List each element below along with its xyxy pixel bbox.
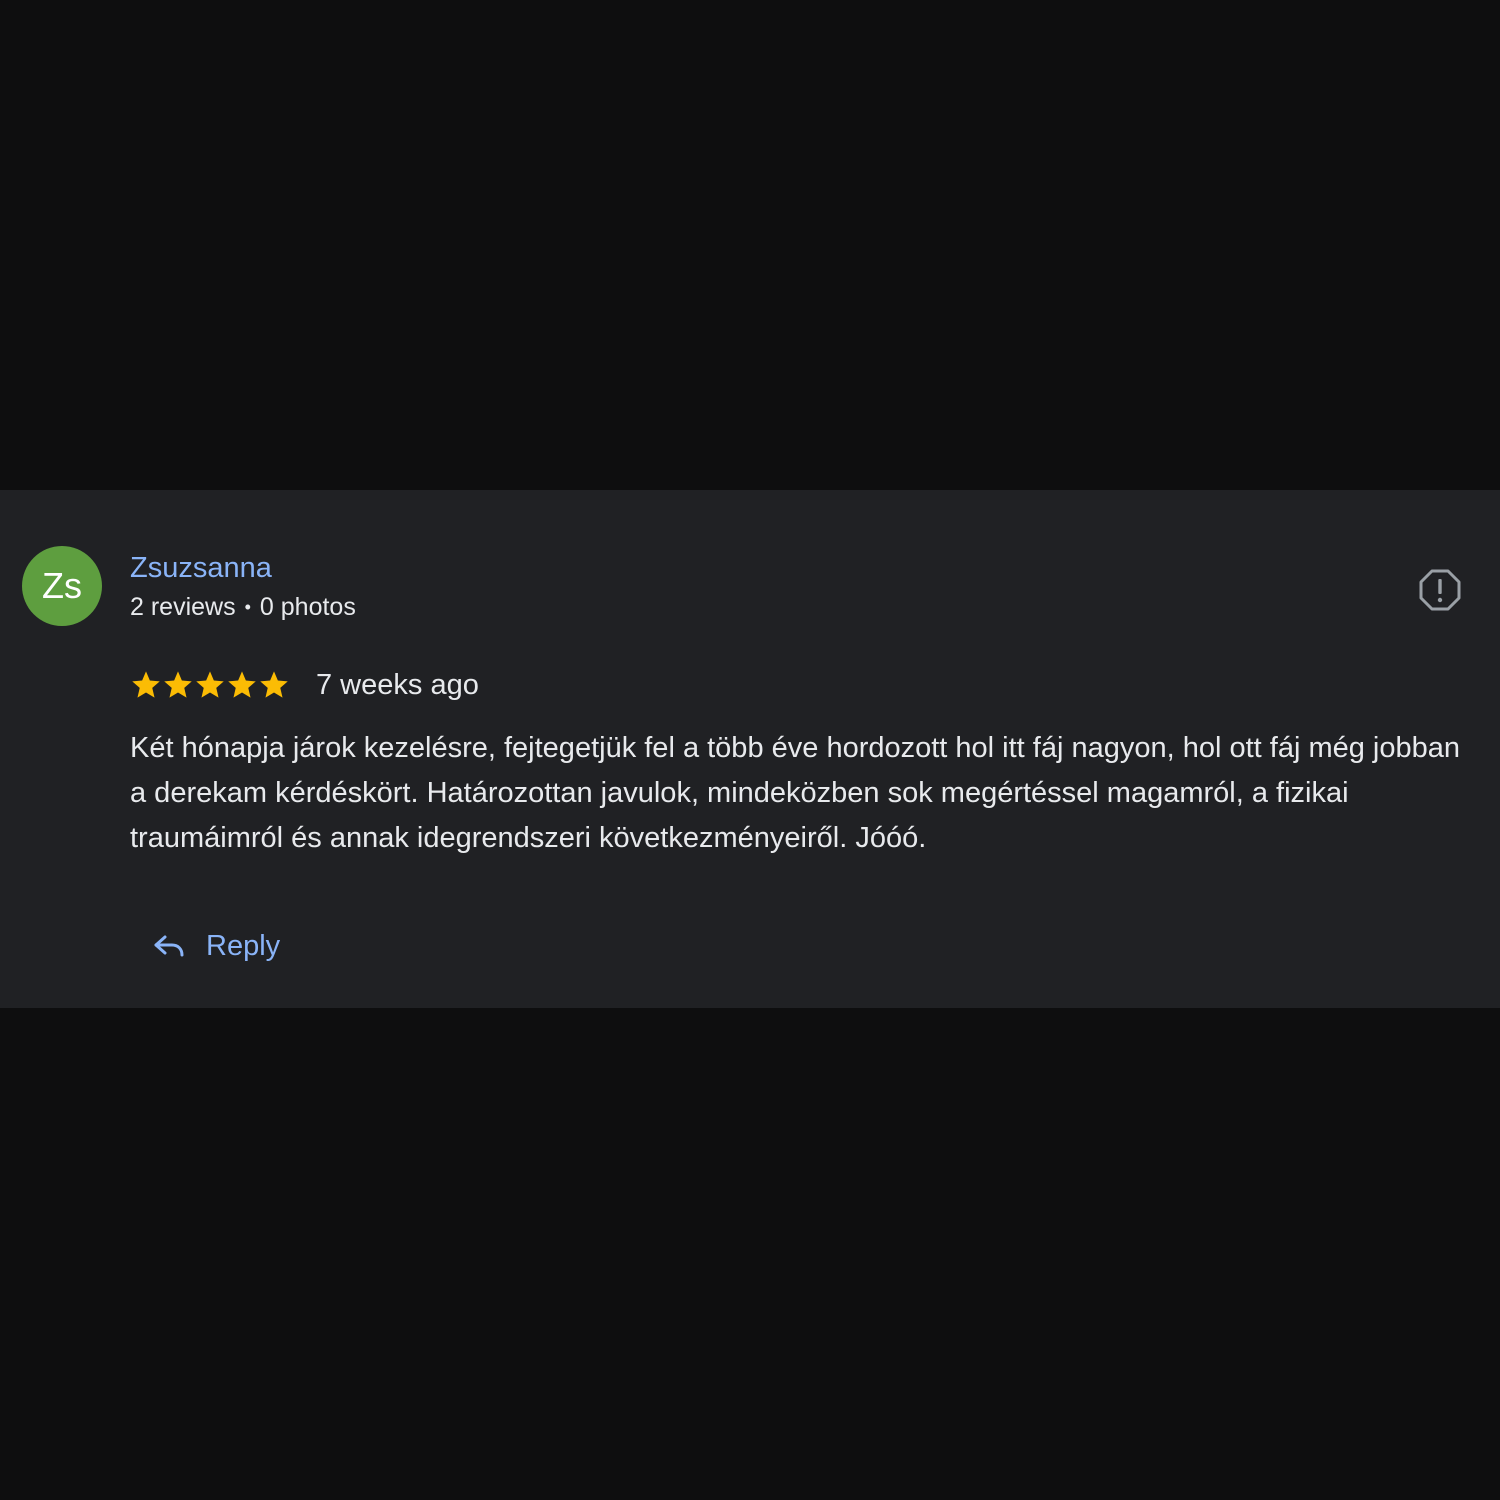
avatar[interactable]: Zs (22, 546, 102, 626)
review-card: Zs Zsuzsanna 2 reviews • 0 photos 7 week… (0, 490, 1500, 1008)
star-icon (260, 671, 288, 698)
report-review-button[interactable] (1412, 562, 1468, 618)
report-flag-icon (1419, 569, 1461, 611)
review-text: Két hónapja járok kezelésre, fejtegetjük… (130, 732, 1461, 854)
avatar-initials: Zs (42, 565, 82, 606)
star-icon (164, 671, 192, 698)
rating-row: 7 weeks ago (130, 665, 479, 705)
star-rating (130, 669, 290, 701)
star-icon (132, 671, 160, 698)
star-icon (196, 671, 224, 698)
reply-button[interactable]: Reply (140, 918, 292, 974)
photos-count: 0 photos (259, 593, 356, 621)
author-meta: 2 reviews • 0 photos (130, 590, 356, 624)
reviews-count: 2 reviews (130, 593, 236, 621)
review-date: 7 weeks ago (316, 669, 479, 701)
author-name-link[interactable]: Zsuzsanna (130, 550, 272, 586)
reply-arrow-icon (154, 935, 184, 957)
reply-label: Reply (206, 930, 281, 962)
meta-separator: • (244, 597, 251, 617)
star-icon (228, 671, 256, 698)
